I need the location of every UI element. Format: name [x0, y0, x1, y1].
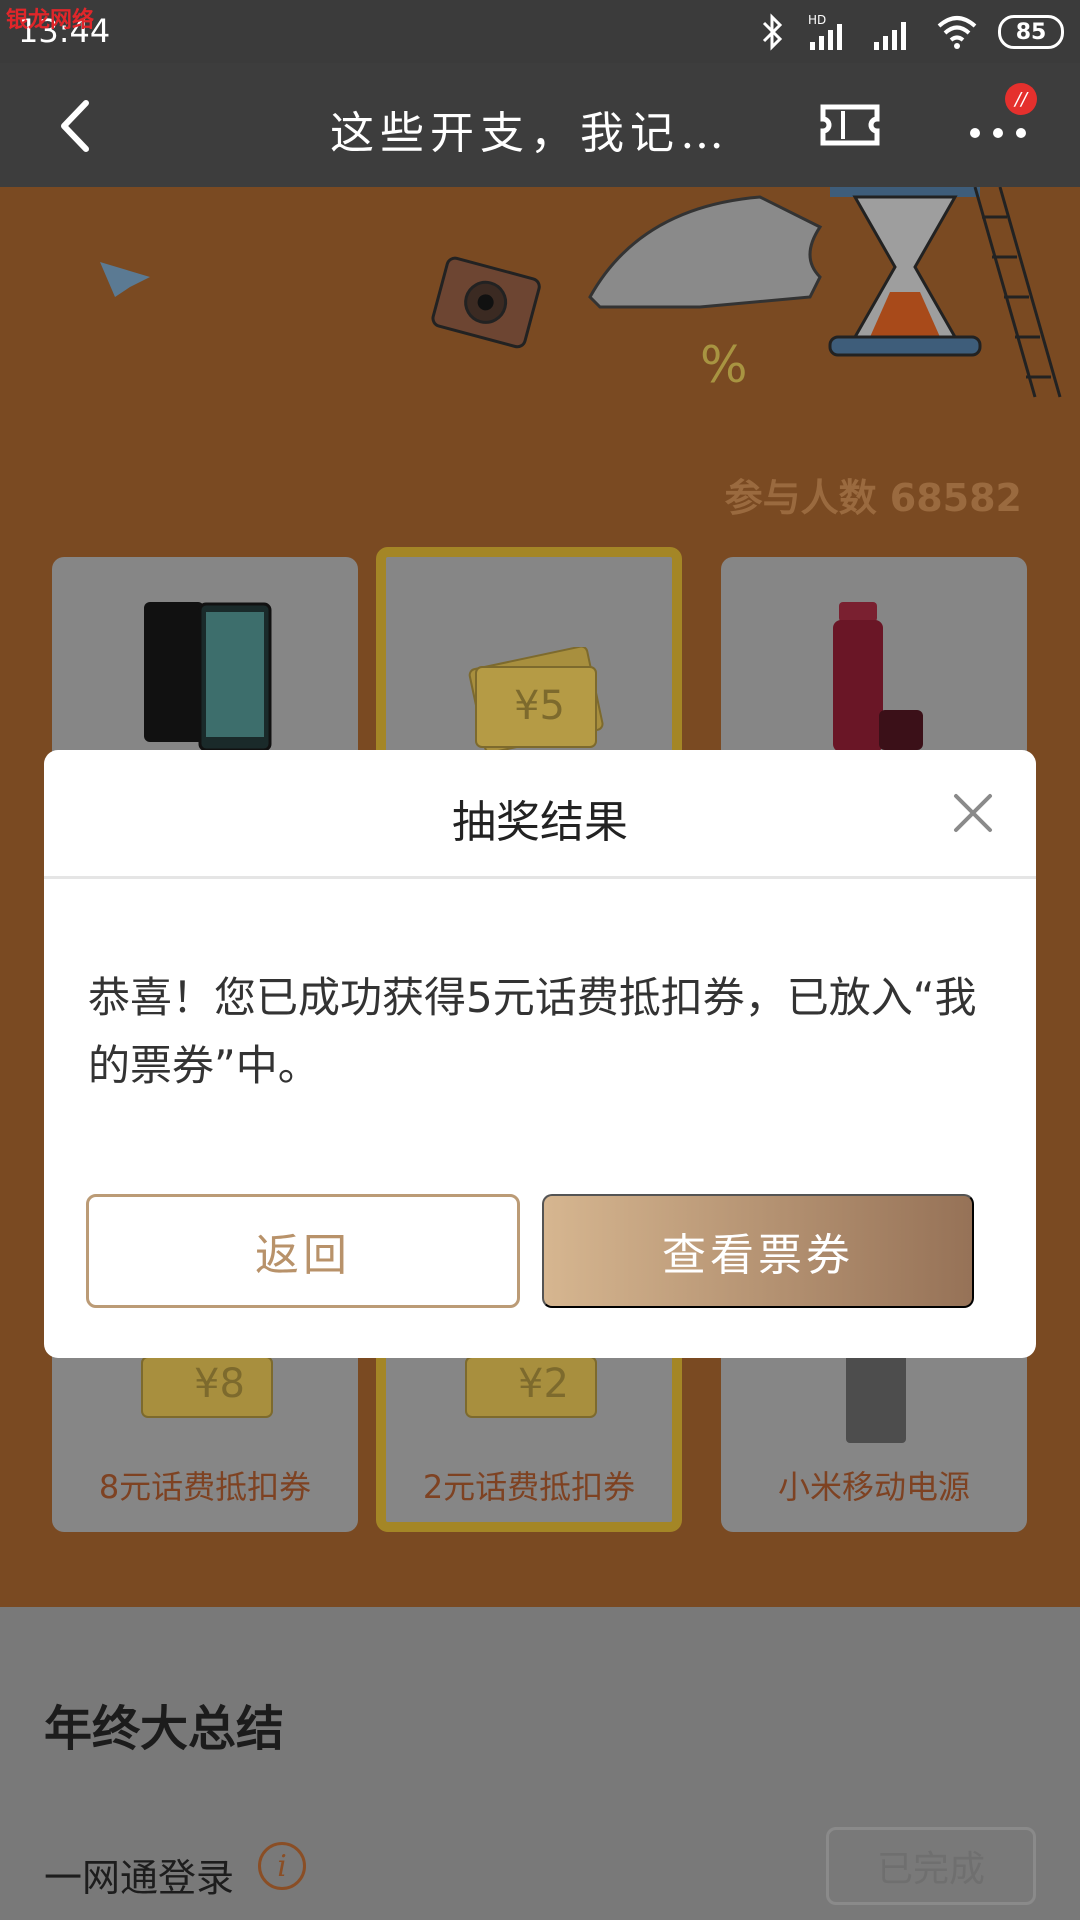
prize-label: 小米移动电源 — [777, 1468, 970, 1506]
back-button[interactable] — [42, 91, 112, 161]
close-icon — [954, 794, 992, 832]
coupon-value: ¥5 — [514, 683, 565, 729]
coupon-image: ¥2 — [465, 1357, 597, 1418]
page-title: 这些开支，我记… — [330, 108, 730, 159]
camera-icon — [431, 256, 541, 349]
status-icons: HD 85 — [760, 12, 1064, 52]
signal-hd-icon: HD — [808, 13, 842, 50]
power-bank-image — [846, 1347, 906, 1443]
coupon-image: ¥5 — [468, 647, 604, 754]
dialog-divider — [44, 876, 1036, 879]
back-arrow-icon — [61, 100, 89, 152]
thermos-image — [833, 602, 923, 752]
phone-image — [144, 602, 272, 752]
prize-label: 2元话费抵扣券 — [422, 1468, 636, 1506]
receipt-icon — [588, 195, 823, 309]
lottery-result-dialog: 抽奖结果 恭喜！您已成功获得5元话费抵扣券，已放入“我的票券”中。 返回 查看票… — [44, 750, 1036, 1358]
participants-count: 参与人数 68582 — [724, 476, 1022, 520]
view-tickets-button[interactable]: 查看票券 — [542, 1194, 974, 1308]
ticket-icon — [820, 104, 880, 146]
dialog-message: 恭喜！您已成功获得5元话费抵扣券，已放入“我的票券”中。 — [88, 973, 977, 1090]
return-button[interactable]: 返回 — [86, 1194, 520, 1308]
notification-badge: // — [1005, 83, 1037, 115]
coupon-image: ¥8 — [141, 1357, 273, 1418]
login-task-label: 一网通登录 — [44, 1856, 235, 1900]
info-icon[interactable]: i — [258, 1842, 306, 1890]
watermark: 银龙网络 — [6, 8, 95, 33]
coupon-value: ¥8 — [194, 1361, 245, 1407]
coupon-value: ¥2 — [518, 1361, 569, 1407]
year-end-summary: 年终大总结 一网通登录 i 已完成 — [0, 1607, 1080, 1920]
ticket-button[interactable] — [815, 95, 885, 155]
completed-button[interactable]: 已完成 — [826, 1827, 1036, 1905]
ladder-icon — [973, 187, 1062, 398]
bird-icon — [100, 262, 150, 297]
dialog-title: 抽奖结果 — [452, 797, 628, 848]
hd-label: HD — [808, 13, 826, 27]
navigation-bar: 这些开支，我记… // — [0, 63, 1080, 187]
bluetooth-icon — [762, 13, 783, 51]
banner-illustration: % — [100, 187, 1062, 398]
signal-icon — [874, 22, 906, 50]
prize-label: 8元话费抵扣券 — [98, 1468, 312, 1506]
wifi-icon — [937, 16, 977, 49]
percent-icon: % — [700, 336, 748, 394]
status-bar: 13:44 银龙网络 HD 85 — [0, 0, 1080, 63]
hourglass-icon — [828, 187, 982, 357]
summary-title: 年终大总结 — [44, 1701, 285, 1757]
battery-indicator: 85 — [998, 15, 1064, 49]
close-button[interactable] — [950, 790, 996, 836]
more-icon — [970, 128, 980, 138]
